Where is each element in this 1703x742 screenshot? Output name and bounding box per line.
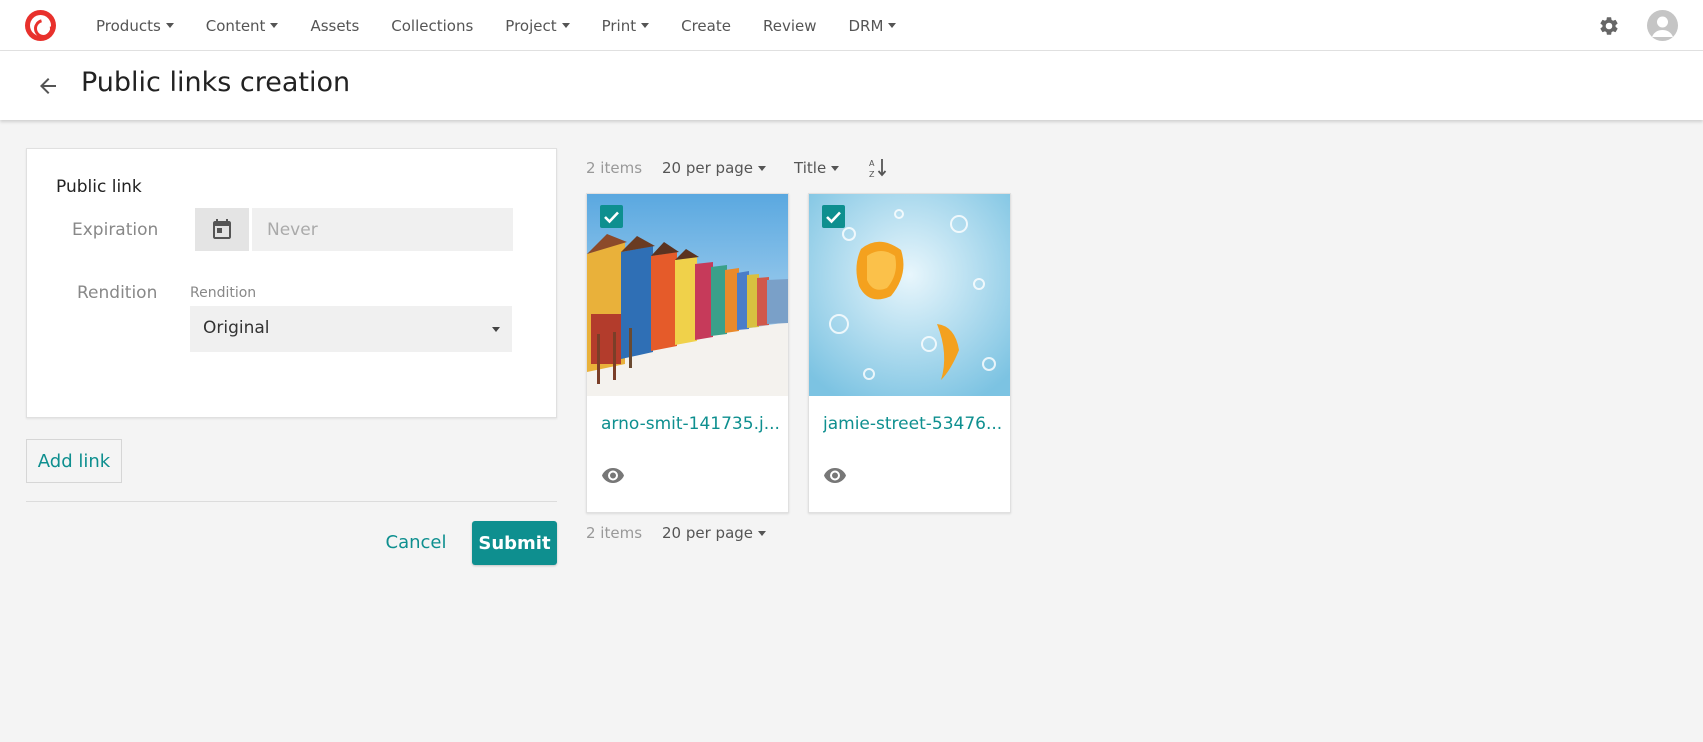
submit-button[interactable]: Submit xyxy=(472,521,557,565)
asset-select-checkbox[interactable] xyxy=(600,205,623,228)
caret-down-icon xyxy=(888,23,897,28)
caret-down-icon xyxy=(758,165,767,171)
nav-item-review[interactable]: Review xyxy=(747,0,833,51)
asset-card[interactable]: arno-smit-141735.j... xyxy=(586,193,789,513)
caret-down-icon xyxy=(561,23,570,28)
expiration-date-input[interactable] xyxy=(252,208,513,251)
asset-card[interactable]: jamie-street-53476... xyxy=(808,193,1011,513)
nav-item-products[interactable]: Products xyxy=(80,0,190,51)
calendar-icon xyxy=(213,219,231,239)
caret-down-icon xyxy=(270,23,279,28)
date-picker-button[interactable] xyxy=(195,208,249,251)
sitecore-logo-icon[interactable] xyxy=(25,10,56,41)
public-link-form-card: Public link Expiration Rendition Renditi… xyxy=(26,148,557,418)
add-link-button[interactable]: Add link xyxy=(26,439,122,483)
rendition-select[interactable]: Original xyxy=(190,306,512,352)
nav-item-drm[interactable]: DRM xyxy=(833,0,913,51)
nav-item-project[interactable]: Project xyxy=(489,0,585,51)
asset-select-checkbox[interactable] xyxy=(822,205,845,228)
per-page-dropdown[interactable]: 20 per page xyxy=(662,524,767,542)
item-count: 2 items xyxy=(586,524,643,542)
rendition-field-label: Rendition xyxy=(190,285,257,301)
sort-ascending-icon[interactable]: A Z xyxy=(867,157,889,179)
results-toolbar-bottom: 2 items 20 per page xyxy=(586,521,794,545)
user-avatar-icon[interactable] xyxy=(1647,10,1678,41)
expiration-label: Expiration xyxy=(72,220,159,240)
page-header: Public links creation xyxy=(0,51,1703,120)
rendition-label: Rendition xyxy=(77,283,158,303)
form-divider xyxy=(26,501,557,502)
back-arrow-icon[interactable] xyxy=(36,74,60,98)
svg-text:Z: Z xyxy=(869,170,875,179)
eye-icon[interactable] xyxy=(823,466,847,484)
checkmark-icon xyxy=(826,211,841,224)
asset-title-link[interactable]: arno-smit-141735.j... xyxy=(601,414,781,434)
nav-item-assets[interactable]: Assets xyxy=(294,0,375,51)
top-navigation-bar: Products Content Assets Collections Proj… xyxy=(0,0,1703,51)
item-count: 2 items xyxy=(586,159,643,177)
asset-thumbnail-orange-water[interactable] xyxy=(809,194,1010,396)
section-title: Public link xyxy=(56,177,142,197)
caret-down-icon xyxy=(492,327,500,332)
nav-item-create[interactable]: Create xyxy=(665,0,747,51)
caret-down-icon xyxy=(641,23,650,28)
per-page-dropdown[interactable]: 20 per page xyxy=(662,159,767,177)
nav-item-collections[interactable]: Collections xyxy=(375,0,489,51)
caret-down-icon xyxy=(165,23,174,28)
asset-title-link[interactable]: jamie-street-53476... xyxy=(823,414,1003,434)
nav-item-content[interactable]: Content xyxy=(190,0,295,51)
gear-icon[interactable] xyxy=(1598,15,1620,37)
asset-thumbnail-beach-huts[interactable] xyxy=(587,194,788,396)
checkmark-icon xyxy=(604,211,619,224)
user-silhouette-icon xyxy=(1652,16,1673,37)
page-title: Public links creation xyxy=(81,67,351,98)
eye-icon[interactable] xyxy=(601,466,625,484)
rendition-select-value: Original xyxy=(203,318,270,338)
sort-field-dropdown[interactable]: Title xyxy=(794,159,840,177)
caret-down-icon xyxy=(831,165,840,171)
main-menu: Products Content Assets Collections Proj… xyxy=(80,0,912,51)
caret-down-icon xyxy=(758,530,767,536)
nav-item-print[interactable]: Print xyxy=(586,0,666,51)
cancel-button[interactable]: Cancel xyxy=(380,521,452,563)
svg-text:A: A xyxy=(869,159,875,168)
results-toolbar-top: 2 items 20 per page Title A Z xyxy=(586,156,889,180)
